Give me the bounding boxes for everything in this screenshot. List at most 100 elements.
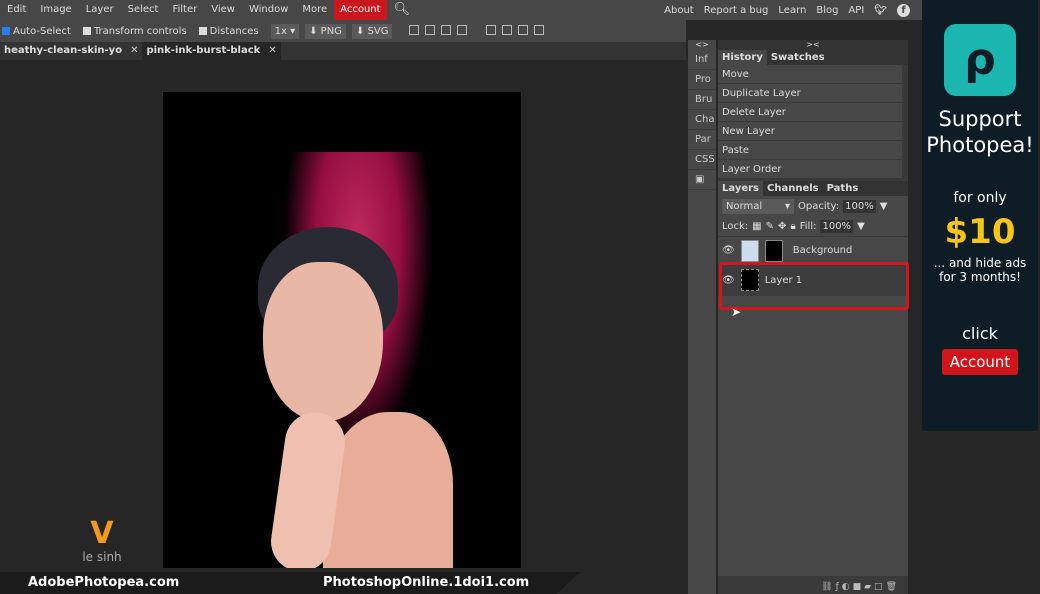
layer-mask-thumbnail [764, 239, 783, 262]
download-icon: ⬇ [309, 25, 318, 37]
history-list: Move Duplicate Layer Delete Layer New La… [718, 65, 902, 179]
photopea-logo: ρ [944, 24, 1016, 96]
history-item[interactable]: New Layer [718, 122, 902, 141]
ad-for-only: for only [953, 190, 1007, 206]
fill-dropdown-icon[interactable]: ▼ [857, 221, 865, 232]
account-button[interactable]: Account [334, 0, 387, 20]
tab-channels[interactable]: Channels [763, 181, 823, 196]
lock-label: Lock: [722, 221, 749, 232]
fill-label: Fill: [799, 221, 817, 232]
api-link[interactable]: API [848, 5, 864, 16]
new-layer-icon[interactable]: □ [874, 582, 886, 592]
tab-label: heathy-clean-skin-yo [4, 45, 123, 56]
dock-brush[interactable]: Bru [688, 90, 716, 110]
history-item[interactable]: Move [718, 65, 902, 84]
transform-controls-checkbox[interactable]: Transform controls [82, 26, 187, 37]
layers-panel: Normal ▾ Opacity: 100% ▼ Lock: ▦ ✎ ✥ 🔒︎ Fill:… [718, 196, 908, 576]
menu-select[interactable]: Select [121, 0, 166, 20]
menu-image[interactable]: Image [33, 0, 78, 20]
selection-highlight [719, 262, 909, 310]
report-bug-link[interactable]: Report a bug [704, 5, 769, 16]
close-icon[interactable]: ✕ [268, 45, 276, 56]
export-svg-button[interactable]: ⬇ SVG [351, 23, 393, 39]
align-center-icon[interactable] [425, 24, 436, 35]
layer-thumbnail [740, 239, 759, 262]
opacity-dropdown-icon[interactable]: ▼ [880, 201, 888, 212]
align-bottom-icon[interactable] [517, 24, 528, 35]
mouse-cursor-icon: ➤ [731, 305, 742, 319]
ad-account-button[interactable]: Account [941, 349, 1019, 375]
menu-view[interactable]: View [204, 0, 242, 20]
auto-select-checkbox[interactable]: Auto-Select [2, 26, 71, 37]
collapse-icon[interactable]: <> [688, 40, 716, 50]
menu-window[interactable]: Window [242, 0, 295, 20]
opacity-label: Opacity: [798, 201, 840, 212]
tab-swatches[interactable]: Swatches [767, 50, 829, 65]
blog-link[interactable]: Blog [816, 5, 838, 16]
align-top-icon[interactable] [485, 24, 496, 35]
blend-mode-dropdown[interactable]: Normal ▾ [722, 199, 794, 214]
svg-label: SVG [367, 25, 389, 37]
right-panels: >< History Swatches Move Duplicate Layer… [718, 40, 908, 594]
mask-icon[interactable]: ■ [853, 582, 865, 592]
menu-more[interactable]: More [295, 0, 334, 20]
opacity-input[interactable]: 100% [843, 200, 876, 213]
tab-label: pink-ink-burst-black [146, 45, 261, 56]
search-icon[interactable]: 🔍︎ [387, 0, 418, 20]
dock-css[interactable]: CSS [688, 150, 716, 170]
menu-filter[interactable]: Filter [165, 0, 204, 20]
tab-history[interactable]: History [718, 50, 767, 65]
align-right-icon[interactable] [441, 24, 452, 35]
tab-document-2[interactable]: pink-ink-burst-black ✕ [142, 42, 281, 60]
history-item[interactable]: Layer Order [718, 160, 902, 179]
align-middle-icon[interactable] [501, 24, 512, 35]
ad-hide: ... and hide ads [933, 256, 1027, 270]
menu-edit[interactable]: Edit [0, 0, 33, 20]
distribute-v-icon[interactable] [533, 24, 544, 35]
close-icon[interactable]: ✕ [130, 45, 138, 56]
export-png-button[interactable]: ⬇ PNG [305, 23, 346, 39]
history-item[interactable]: Delete Layer [718, 103, 902, 122]
lock-icon[interactable]: 🔒︎ [790, 221, 795, 232]
watermark-right: PhotoshopOnline.1doi1.com [323, 575, 530, 590]
adjustment-icon[interactable]: ◐ [842, 582, 853, 592]
image-icon[interactable]: ▣ [688, 170, 716, 190]
layers-tabs: Layers Channels Paths [718, 181, 908, 196]
history-tabs: History Swatches [718, 50, 908, 65]
facebook-icon[interactable]: f [897, 3, 910, 17]
eye-icon[interactable]: 👁︎ [722, 245, 735, 256]
ad-line2: Photopea! [926, 133, 1034, 157]
distribute-h-icon[interactable] [457, 24, 468, 35]
lock-move-icon[interactable]: ✥ [778, 221, 786, 232]
folder-icon[interactable]: ▰ [864, 582, 874, 592]
align-left-icon[interactable] [409, 24, 420, 35]
layer-row-background[interactable]: 👁︎ Background [718, 236, 908, 264]
ad-months: for 3 months! [939, 270, 1021, 284]
ad-banner[interactable]: ρ Support Photopea! for only $10 ... and … [922, 0, 1038, 431]
watermark-logo: V le sinh [72, 518, 132, 568]
expand-icon[interactable]: >< [718, 40, 908, 50]
dock-info[interactable]: Inf [688, 50, 716, 70]
tab-paths[interactable]: Paths [823, 181, 863, 196]
scale-dropdown[interactable]: 1x ▾ [270, 23, 300, 39]
trash-icon[interactable]: 🗑︎ [886, 582, 900, 592]
dock-paragraph[interactable]: Par [688, 130, 716, 150]
dock-properties[interactable]: Pro [688, 70, 716, 90]
learn-link[interactable]: Learn [778, 5, 806, 16]
lock-transparency-icon[interactable]: ▦ [752, 221, 761, 232]
layer-name: Background [792, 245, 853, 256]
dock-character[interactable]: Cha [688, 110, 716, 130]
distances-checkbox[interactable]: Distances [198, 26, 259, 37]
logo-text: le sinh [82, 550, 122, 564]
history-item[interactable]: Duplicate Layer [718, 84, 902, 103]
tab-document-1[interactable]: heathy-clean-skin-yo ✕ [0, 42, 142, 60]
menu-layer[interactable]: Layer [79, 0, 121, 20]
history-item[interactable]: Paste [718, 141, 902, 160]
tab-layers[interactable]: Layers [718, 181, 763, 196]
twitter-icon[interactable]: 🐦︎ [874, 5, 887, 16]
link-icon[interactable]: ⛓ [821, 582, 835, 592]
about-link[interactable]: About [664, 5, 694, 16]
fill-input[interactable]: 100% [820, 220, 854, 233]
canvas-image[interactable] [163, 92, 521, 568]
lock-brush-icon[interactable]: ✎ [766, 221, 774, 232]
